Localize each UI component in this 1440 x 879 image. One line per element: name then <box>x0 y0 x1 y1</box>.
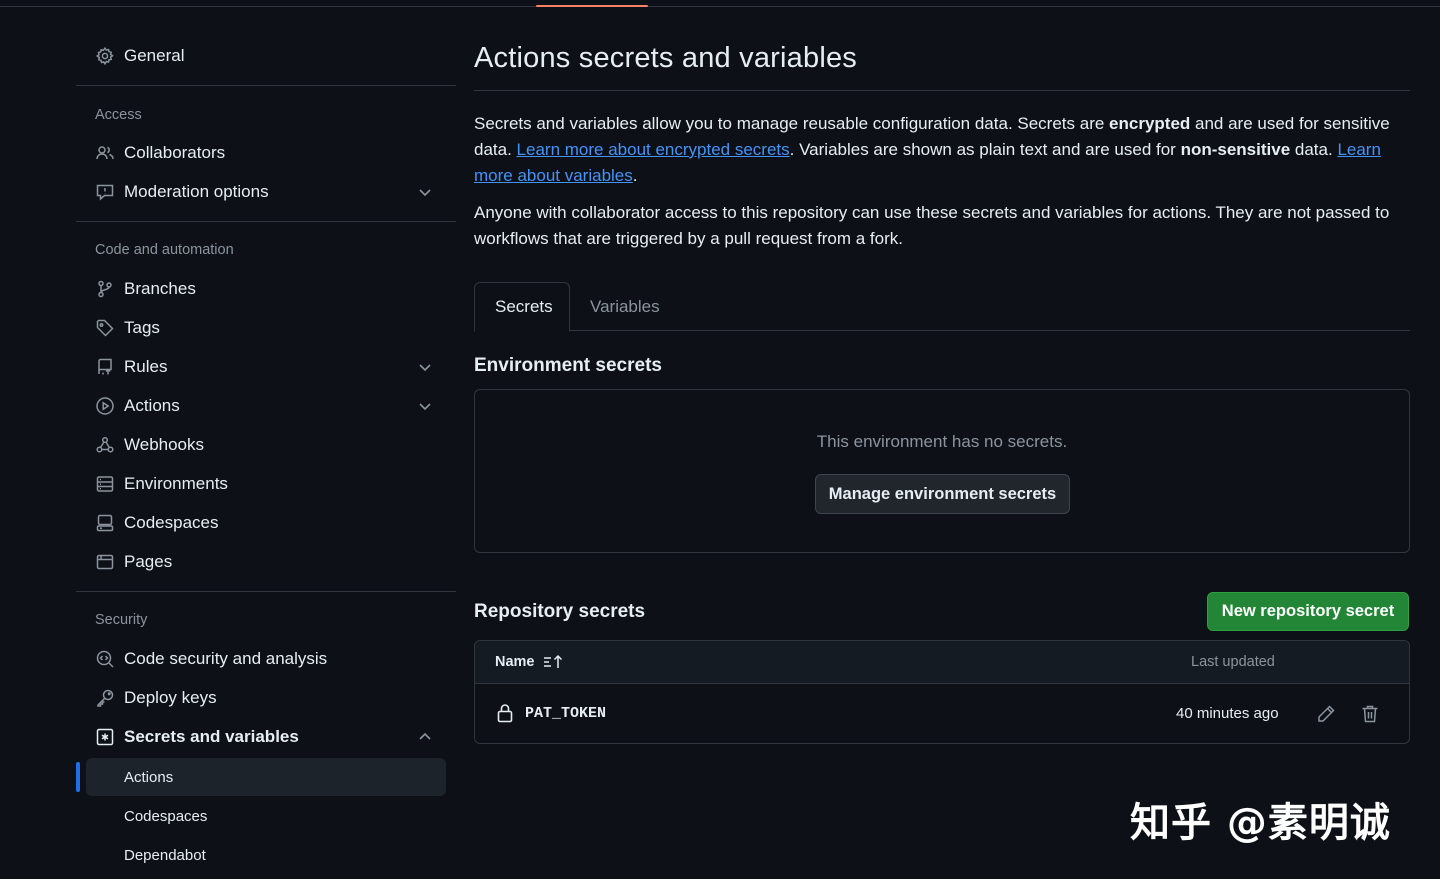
chevron-down-icon[interactable] <box>416 183 434 201</box>
settings-sidebar: General Access Collaborators Moderation … <box>76 0 456 879</box>
chevron-down-icon[interactable] <box>416 397 434 415</box>
column-label: Name <box>495 654 535 670</box>
sidebar-item-code-security[interactable]: Code security and analysis <box>76 641 456 677</box>
sidebar-item-label: Webhooks <box>124 435 205 454</box>
sidebar-item-moderation[interactable]: Moderation options <box>76 174 456 210</box>
codespaces-icon <box>95 513 115 533</box>
intro-paragraph: Secrets and variables allow you to manag… <box>474 111 1410 189</box>
empty-state-text: This environment has no secrets. <box>816 432 1068 451</box>
active-item-indicator <box>76 762 80 792</box>
lock-icon <box>497 704 513 723</box>
intro-text: data. <box>1290 140 1338 159</box>
table-row: PAT_TOKEN 40 minutes ago <box>475 685 1409 743</box>
git-branch-icon <box>95 279 115 299</box>
sidebar-item-actions[interactable]: Actions <box>76 388 456 424</box>
sidebar-item-codespaces[interactable]: Codespaces <box>76 505 456 541</box>
repository-secrets-heading: Repository secrets <box>474 601 646 622</box>
pencil-icon[interactable] <box>1315 703 1337 725</box>
sidebar-item-label: Rules <box>124 357 168 376</box>
key-asterisk-icon <box>95 727 115 747</box>
sidebar-item-rules[interactable]: Rules <box>76 349 456 385</box>
comment-report-icon <box>95 182 115 202</box>
sidebar-item-label: Code security and analysis <box>124 649 328 668</box>
name-column-header[interactable]: Name <box>495 654 563 670</box>
sidebar-item-environments[interactable]: Environments <box>76 466 456 502</box>
intro-emphasis: encrypted <box>1109 114 1191 133</box>
environment-secrets-heading: Environment secrets <box>474 355 662 376</box>
sidebar-subitem-dependabot[interactable]: Dependabot <box>86 836 446 874</box>
sidebar-divider <box>76 85 456 86</box>
codescan-icon <box>95 649 115 669</box>
sidebar-section-security: Security <box>95 612 148 628</box>
tab-bar: Secrets Variables <box>474 282 1410 332</box>
server-icon <box>95 474 115 494</box>
sidebar-item-label: Moderation options <box>124 182 269 201</box>
intro-emphasis: non-sensitive <box>1180 140 1291 159</box>
sidebar-item-general[interactable]: General <box>76 38 456 74</box>
sidebar-item-tags[interactable]: Tags <box>76 310 456 346</box>
new-repository-secret-button[interactable]: New repository secret <box>1207 592 1409 631</box>
sidebar-item-label: Pages <box>124 552 173 571</box>
chevron-up-icon[interactable] <box>416 728 434 746</box>
sidebar-item-label: Deploy keys <box>124 688 217 707</box>
sidebar-item-collaborators[interactable]: Collaborators <box>76 135 456 171</box>
key-icon <box>95 688 115 708</box>
page-title: Actions secrets and variables <box>474 42 857 74</box>
sidebar-item-label: General <box>124 46 185 65</box>
sidebar-divider <box>76 591 456 592</box>
sidebar-item-label: Branches <box>124 279 196 298</box>
intro-text: . Variables are shown as plain text and … <box>789 140 1181 159</box>
sidebar-divider <box>76 221 456 222</box>
sidebar-item-label: Secrets and variables <box>124 727 299 746</box>
sidebar-item-label: Actions <box>124 396 180 415</box>
sidebar-item-label: Codespaces <box>124 513 219 532</box>
sidebar-item-branches[interactable]: Branches <box>76 271 456 307</box>
people-icon <box>95 143 115 163</box>
sidebar-section-code-automation: Code and automation <box>95 242 234 258</box>
play-circle-icon <box>95 396 115 416</box>
sidebar-item-pages[interactable]: Pages <box>76 544 456 580</box>
chevron-down-icon[interactable] <box>416 358 434 376</box>
sidebar-subitem-actions[interactable]: Actions <box>86 758 446 796</box>
sidebar-item-secrets-variables[interactable]: Secrets and variables <box>76 719 456 755</box>
environment-secrets-box: This environment has no secrets. Manage … <box>474 389 1410 553</box>
sidebar-item-label: Collaborators <box>124 143 226 162</box>
repository-secrets-table: Name Last updated PAT_TOKEN 40 minutes a… <box>474 640 1410 744</box>
sidebar-item-deploy-keys[interactable]: Deploy keys <box>76 680 456 716</box>
tab-variables[interactable]: Variables <box>570 282 680 331</box>
webhook-icon <box>95 435 115 455</box>
manage-environment-secrets-button[interactable]: Manage environment secrets <box>815 474 1070 514</box>
tab-secrets[interactable]: Secrets <box>474 282 570 332</box>
gear-icon <box>95 46 115 66</box>
sidebar-section-access: Access <box>95 107 142 123</box>
sidebar-item-label: Tags <box>124 318 160 337</box>
sidebar-item-label: Environments <box>124 474 228 493</box>
trash-icon[interactable] <box>1359 703 1381 725</box>
secret-updated: 40 minutes ago <box>1176 705 1279 722</box>
learn-encrypted-secrets-link[interactable]: Learn more about encrypted secrets <box>517 140 790 159</box>
last-updated-column-header: Last updated <box>1191 654 1275 670</box>
sort-ascending-icon[interactable] <box>543 654 563 670</box>
repo-push-icon <box>95 357 115 377</box>
sidebar-item-webhooks[interactable]: Webhooks <box>76 427 456 463</box>
tag-icon <box>95 318 115 338</box>
browser-icon <box>95 552 115 572</box>
sidebar-subitem-codespaces[interactable]: Codespaces <box>86 797 446 835</box>
intro-text: . <box>632 166 638 185</box>
watermark: 知乎 @素明诚 <box>1130 800 1391 846</box>
table-header: Name Last updated <box>475 641 1409 684</box>
main-content: Actions secrets and variables Secrets an… <box>474 0 1410 879</box>
secret-name: PAT_TOKEN <box>525 705 607 722</box>
access-note: Anyone with collaborator access to this … <box>474 203 1390 248</box>
title-divider <box>474 90 1410 91</box>
intro-text: Secrets and variables allow you to manag… <box>474 114 1110 133</box>
